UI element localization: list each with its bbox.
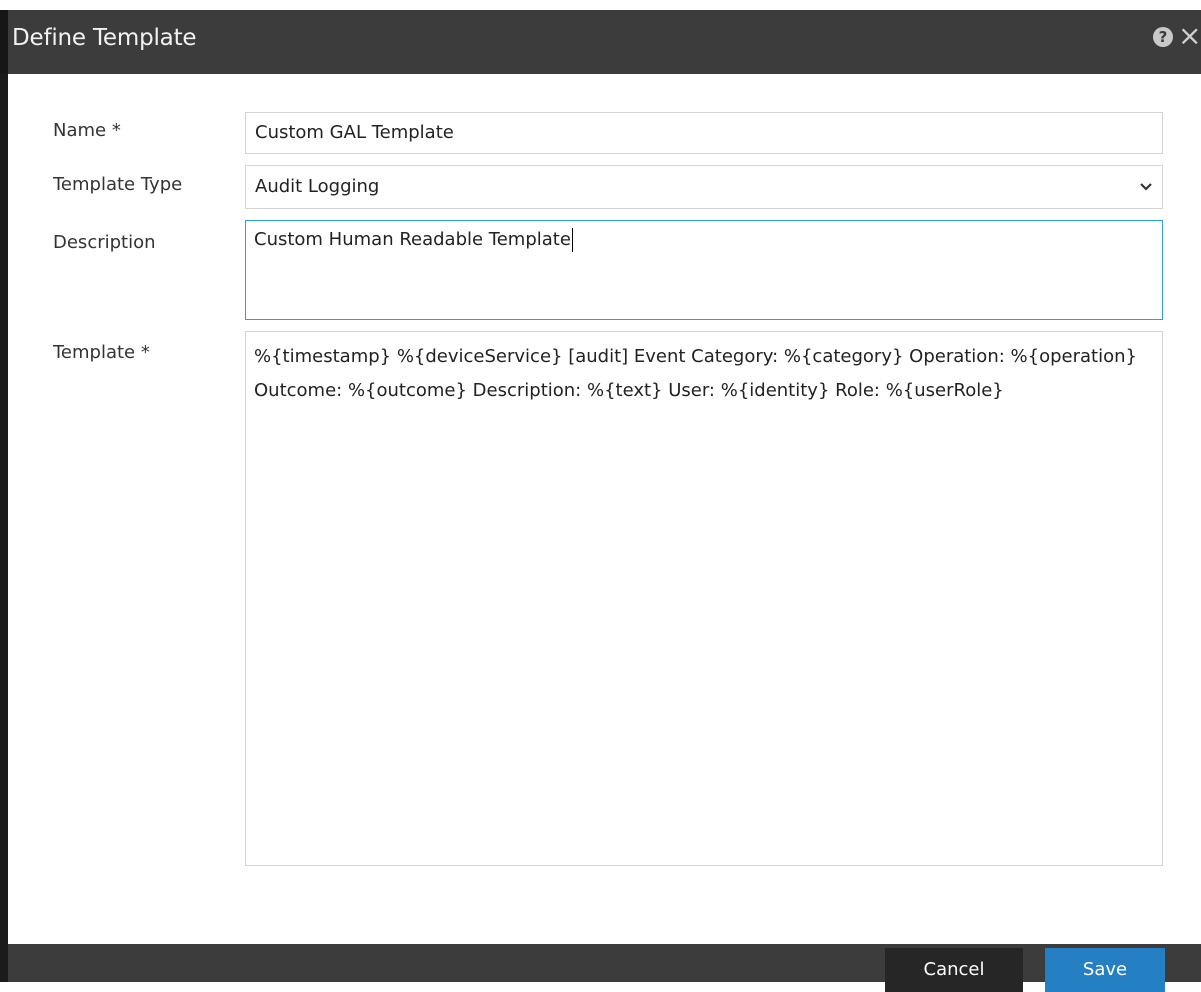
cancel-button[interactable]: Cancel — [885, 948, 1023, 992]
description-value: Custom Human Readable Template — [254, 229, 571, 250]
chevron-down-icon — [1136, 167, 1156, 207]
define-template-dialog: Define Template ? × Name * Custom GAL Te… — [0, 10, 1201, 992]
text-caret — [571, 228, 573, 252]
dialog-title: Define Template — [12, 25, 197, 51]
background-strip — [0, 0, 1201, 10]
template-type-value: Audit Logging — [255, 176, 380, 197]
dialog-titlebar: Define Template ? × — [0, 10, 1201, 74]
template-type-select[interactable]: Audit Logging — [245, 165, 1163, 209]
close-icon[interactable]: × — [1178, 22, 1201, 50]
template-textarea[interactable]: %{timestamp} %{deviceService} [audit] Ev… — [245, 331, 1163, 866]
name-label: Name * — [53, 120, 121, 141]
help-icon[interactable]: ? — [1153, 27, 1173, 47]
description-label: Description — [53, 232, 156, 253]
template-label: Template * — [53, 342, 150, 363]
template-type-label: Template Type — [53, 174, 183, 195]
description-textarea[interactable]: Custom Human Readable Template — [245, 220, 1163, 320]
name-input[interactable]: Custom GAL Template — [245, 112, 1163, 154]
save-button[interactable]: Save — [1045, 948, 1165, 992]
dialog-body: Name * Custom GAL Template Template Type… — [8, 74, 1201, 944]
dialog-footer: Cancel Save — [8, 944, 1201, 992]
